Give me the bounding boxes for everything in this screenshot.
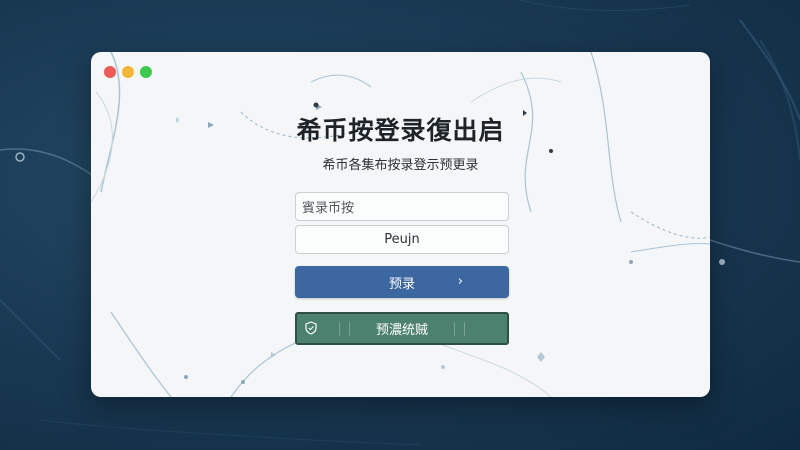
shield-icon — [305, 321, 317, 335]
secure-login-button[interactable]: 预濃统贼 — [295, 312, 509, 345]
login-subtitle: 希币各集布按录登示预更录 — [322, 158, 479, 173]
maximize-window-button[interactable] — [140, 66, 152, 78]
login-button[interactable]: 预录 › — [295, 266, 509, 298]
close-window-button[interactable] — [104, 66, 116, 78]
password-field[interactable]: Peujn — [295, 225, 509, 254]
window-controls — [104, 66, 152, 78]
login-window: 希币按登录復出启 希币各集布按录登示预更录 賓录币按 Peujn 预录 › 预濃… — [91, 52, 710, 397]
button-separator — [349, 322, 350, 336]
minimize-window-button[interactable] — [122, 66, 134, 78]
login-title: 希币按登录復出启 — [296, 116, 505, 145]
secure-login-label: 预濃统贼 — [375, 323, 428, 338]
username-field[interactable]: 賓录币按 — [295, 192, 509, 221]
password-value: Peujn — [384, 232, 420, 247]
button-separator — [464, 322, 465, 336]
login-button-label: 预录 — [388, 276, 415, 292]
username-placeholder: 賓录币按 — [302, 201, 355, 216]
button-separator — [454, 322, 455, 336]
button-separator — [339, 322, 340, 336]
chevron-right-icon: › — [457, 274, 463, 289]
